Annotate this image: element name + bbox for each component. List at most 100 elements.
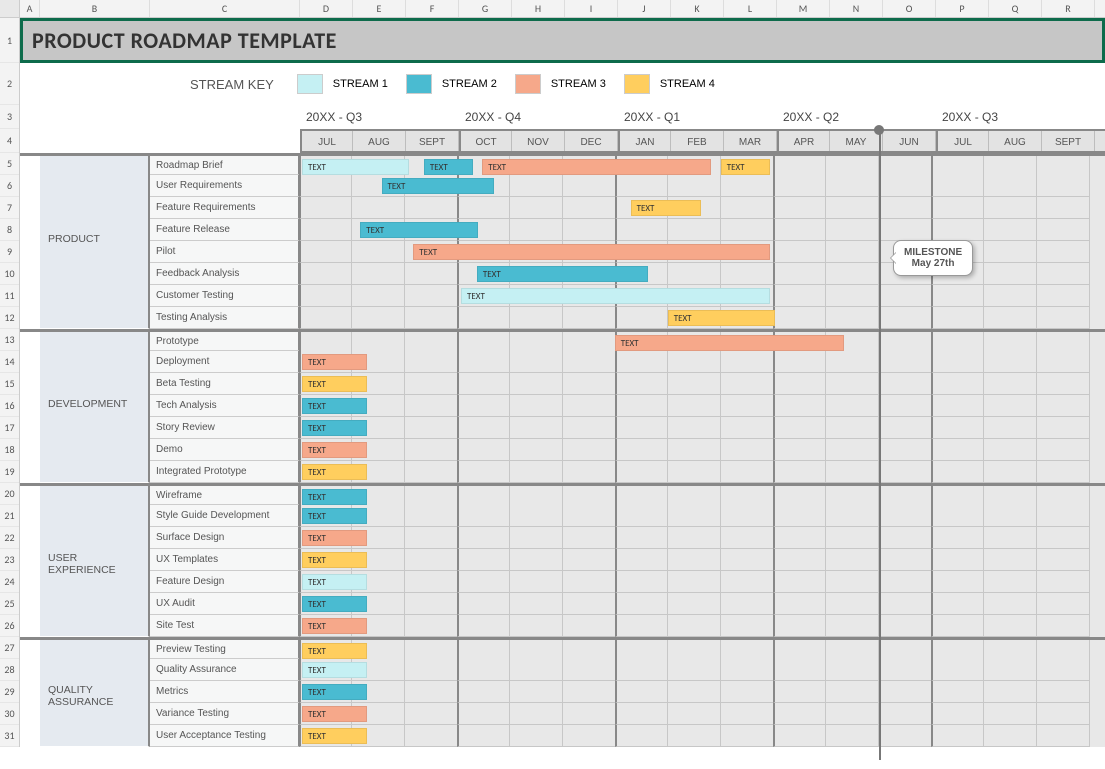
gantt-cell[interactable]	[826, 241, 879, 263]
gantt-cell[interactable]	[773, 681, 826, 703]
gantt-cell[interactable]	[984, 615, 1037, 637]
gantt-bar[interactable]: TEXT	[302, 596, 367, 612]
gantt-cell[interactable]	[826, 461, 879, 483]
gantt-cell[interactable]	[457, 439, 510, 461]
table-row[interactable]: Preview TestingTEXT	[20, 637, 1105, 659]
gantt-cell[interactable]	[879, 681, 932, 703]
gantt-cell[interactable]	[931, 219, 984, 241]
task-name-cell[interactable]: Beta Testing	[150, 373, 300, 395]
task-name-cell[interactable]: Site Test	[150, 615, 300, 637]
gantt-cell[interactable]	[931, 285, 984, 307]
gantt-cell[interactable]	[457, 725, 510, 747]
gantt-cell[interactable]	[668, 593, 721, 615]
category-cell[interactable]	[40, 175, 150, 197]
row-header[interactable]: 14	[0, 351, 19, 373]
gantt-cell[interactable]	[510, 219, 563, 241]
gantt-cell[interactable]	[931, 505, 984, 527]
gantt-cell[interactable]	[773, 241, 826, 263]
column-header-B[interactable]: B	[40, 0, 150, 17]
gantt-cell[interactable]	[879, 219, 932, 241]
gantt-cell[interactable]	[826, 527, 879, 549]
gantt-cell[interactable]	[1037, 659, 1090, 681]
gantt-cell[interactable]	[1037, 725, 1090, 747]
gantt-cell[interactable]	[299, 241, 352, 263]
gantt-cell[interactable]	[510, 571, 563, 593]
gantt-cell[interactable]	[615, 681, 668, 703]
row-header[interactable]: 2	[0, 63, 19, 105]
gantt-cell[interactable]	[668, 461, 721, 483]
gantt-cell[interactable]	[826, 175, 879, 197]
gantt-cell[interactable]	[931, 549, 984, 571]
gantt-cell[interactable]	[510, 725, 563, 747]
gantt-cell[interactable]	[299, 219, 352, 241]
gantt-cell[interactable]	[879, 615, 932, 637]
gantt-cell[interactable]	[931, 439, 984, 461]
column-header-F[interactable]: F	[406, 0, 459, 17]
gantt-bar[interactable]: TEXT	[631, 200, 701, 216]
gantt-cell[interactable]	[615, 219, 668, 241]
gantt-cell[interactable]	[826, 373, 879, 395]
gantt-row-area[interactable]: TEXT	[300, 571, 1105, 593]
gantt-row-area[interactable]: TEXT	[300, 307, 1105, 329]
gantt-cell[interactable]	[1037, 307, 1090, 329]
task-name-cell[interactable]: Feedback Analysis	[150, 263, 300, 285]
gantt-cell[interactable]	[721, 505, 774, 527]
milestone-callout[interactable]: MILESTONE May 27th	[893, 240, 973, 276]
column-header-R[interactable]: R	[1042, 0, 1095, 17]
table-row[interactable]: PrototypeTEXT	[20, 329, 1105, 351]
gantt-cell[interactable]	[405, 505, 458, 527]
task-name-cell[interactable]: Feature Design	[150, 571, 300, 593]
gantt-row-area[interactable]: TEXTTEXTTEXTTEXT	[300, 156, 1105, 175]
gantt-cell[interactable]	[405, 197, 458, 219]
gantt-row-area[interactable]: TEXT	[300, 219, 1105, 241]
row-header[interactable]: 27	[0, 637, 19, 659]
gantt-cell[interactable]	[457, 681, 510, 703]
gantt-cell[interactable]	[931, 659, 984, 681]
gantt-cell[interactable]	[1037, 285, 1090, 307]
gantt-row-area[interactable]: TEXT	[300, 725, 1105, 747]
category-cell[interactable]	[40, 725, 150, 747]
category-cell[interactable]	[40, 615, 150, 637]
gantt-cell[interactable]	[721, 681, 774, 703]
gantt-cell[interactable]	[352, 263, 405, 285]
row-header[interactable]: 21	[0, 505, 19, 527]
gantt-cell[interactable]	[563, 725, 616, 747]
gantt-cell[interactable]	[405, 395, 458, 417]
column-header-K[interactable]: K	[671, 0, 724, 17]
task-name-cell[interactable]: Integrated Prototype	[150, 461, 300, 483]
gantt-cell[interactable]	[405, 615, 458, 637]
gantt-cell[interactable]	[615, 571, 668, 593]
gantt-cell[interactable]	[826, 593, 879, 615]
gantt-cell[interactable]	[1037, 505, 1090, 527]
gantt-cell[interactable]	[615, 505, 668, 527]
gantt-cell[interactable]	[405, 285, 458, 307]
gantt-bar[interactable]: TEXT	[302, 530, 367, 546]
table-row[interactable]: Style Guide DevelopmentTEXT	[20, 505, 1105, 527]
gantt-cell[interactable]	[773, 659, 826, 681]
gantt-cell[interactable]	[352, 285, 405, 307]
row-header[interactable]: 28	[0, 659, 19, 681]
gantt-cell[interactable]	[773, 527, 826, 549]
row-header[interactable]: 17	[0, 417, 19, 439]
gantt-cell[interactable]	[457, 549, 510, 571]
task-name-cell[interactable]: Feature Release	[150, 219, 300, 241]
worksheet[interactable]: PRODUCT ROADMAP TEMPLATE STREAM KEY STRE…	[20, 18, 1105, 747]
gantt-cell[interactable]	[773, 615, 826, 637]
gantt-cell[interactable]	[405, 351, 458, 373]
gantt-cell[interactable]	[457, 593, 510, 615]
gantt-cell[interactable]	[563, 703, 616, 725]
gantt-cell[interactable]	[931, 351, 984, 373]
gantt-cell[interactable]	[352, 197, 405, 219]
table-row[interactable]: Variance TestingTEXT	[20, 703, 1105, 725]
row-header[interactable]: 10	[0, 263, 19, 285]
gantt-cell[interactable]	[615, 395, 668, 417]
gantt-cell[interactable]	[510, 417, 563, 439]
gantt-cell[interactable]	[826, 549, 879, 571]
gantt-cell[interactable]	[879, 373, 932, 395]
gantt-cell[interactable]	[457, 505, 510, 527]
table-row[interactable]: UX TemplatesTEXT	[20, 549, 1105, 571]
gantt-cell[interactable]	[931, 417, 984, 439]
category-cell[interactable]	[40, 263, 150, 285]
gantt-cell[interactable]	[457, 351, 510, 373]
gantt-cell[interactable]	[773, 703, 826, 725]
